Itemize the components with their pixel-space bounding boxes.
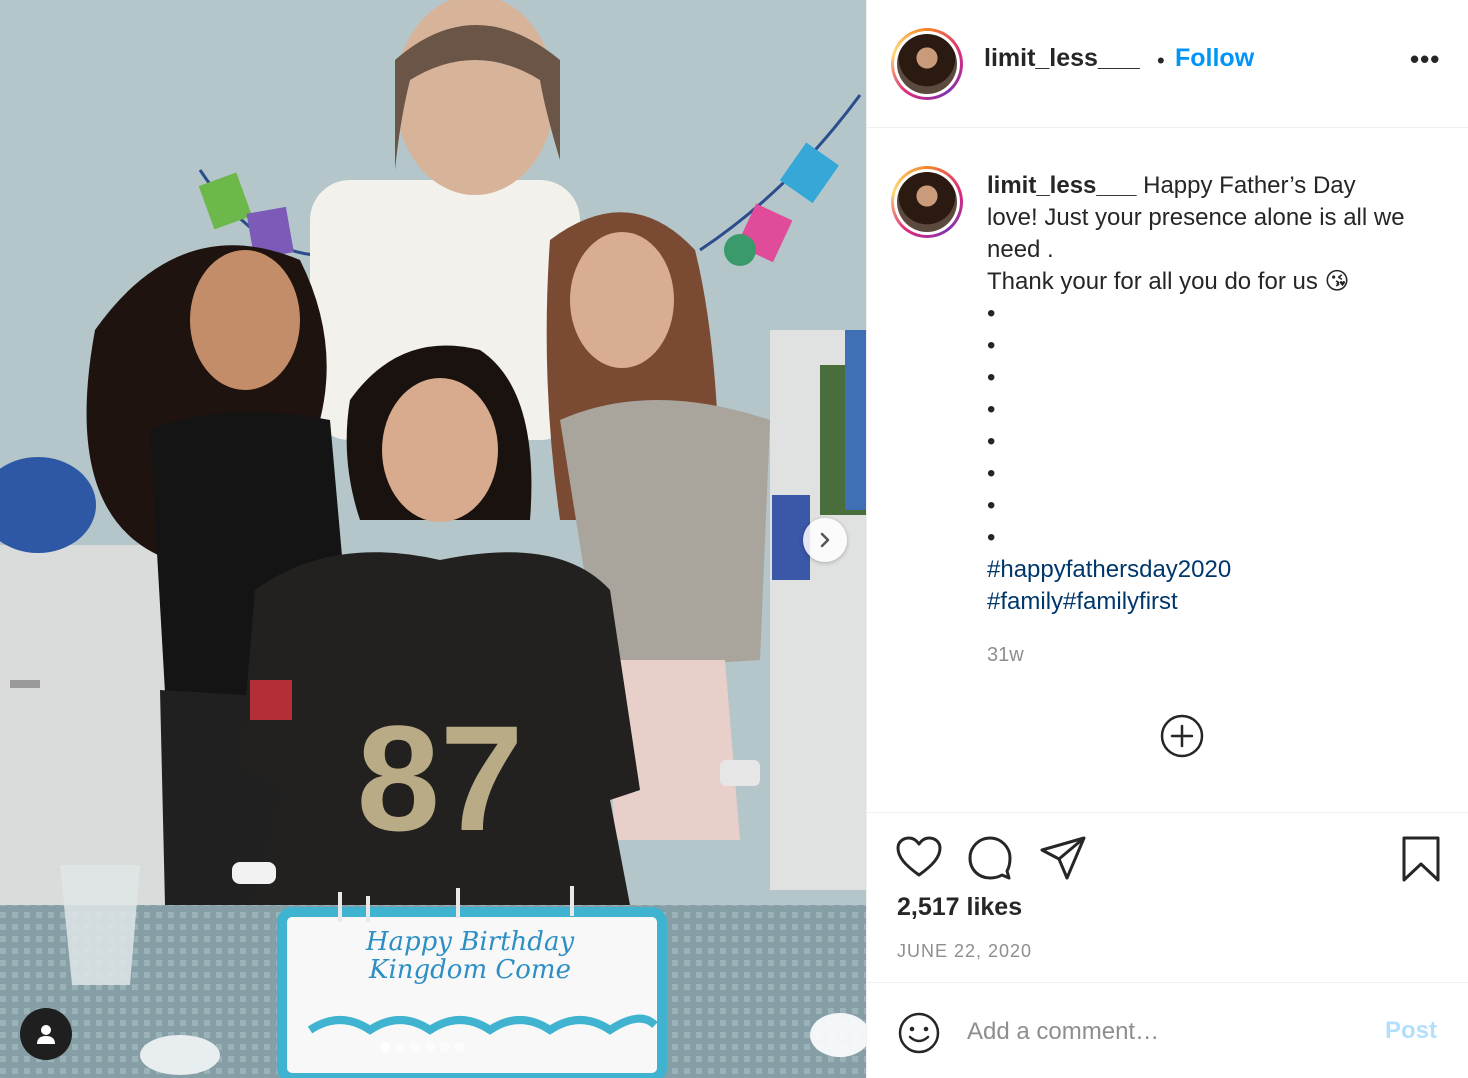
- post-date[interactable]: JUNE 22, 2020: [897, 941, 1032, 962]
- carousel-dot: [425, 1042, 435, 1052]
- photo-scene: 87 Happy Birthday Kingdom Come: [0, 0, 866, 1078]
- caption-dot: •: [987, 396, 996, 423]
- caption-dot: •: [987, 332, 996, 359]
- carousel-dot: [410, 1042, 420, 1052]
- load-more-comments-icon[interactable]: [1159, 713, 1205, 759]
- user-icon: [37, 1025, 55, 1044]
- carousel-indicator: [380, 1042, 465, 1052]
- comment-form: Post: [867, 982, 1468, 1078]
- carousel-dot: [440, 1042, 450, 1052]
- caption-timestamp[interactable]: 31w: [987, 644, 1024, 667]
- more-options-icon[interactable]: •••: [1410, 44, 1440, 75]
- share-paper-plane-icon[interactable]: [1039, 835, 1087, 881]
- caption-dot: •: [987, 460, 996, 487]
- comment-bubble-icon[interactable]: [967, 835, 1013, 881]
- post-side-panel: limit_less___ • Follow ••• limit_less___…: [866, 0, 1468, 1078]
- cabinet: [0, 545, 180, 905]
- post-header: limit_less___ • Follow •••: [867, 0, 1468, 128]
- cake-text-1: Happy Birthday: [365, 927, 575, 957]
- hashtag-link[interactable]: #familyfirst: [1063, 588, 1178, 615]
- tagged-users-button[interactable]: [20, 1008, 72, 1060]
- carousel-dot: [395, 1042, 405, 1052]
- caption-line: love! Just your presence alone is all we: [987, 204, 1405, 231]
- post-actions: 2,517 likes JUNE 22, 2020: [867, 812, 1468, 982]
- hashtag-link[interactable]: #happyfathersday2020: [987, 556, 1231, 583]
- hashtag-link[interactable]: #family: [987, 588, 1063, 615]
- caption-line: need .: [987, 236, 1054, 263]
- cake-text-2: Kingdom Come: [368, 955, 571, 985]
- follow-button[interactable]: Follow: [1175, 44, 1254, 73]
- caption-dot: •: [987, 428, 996, 455]
- boy-face: [382, 378, 498, 522]
- carousel-dot: [455, 1042, 465, 1052]
- cup: [60, 865, 140, 985]
- next-photo-button[interactable]: [803, 518, 847, 562]
- caption-line: Thank your for all you do for us 😘: [987, 268, 1350, 295]
- author-avatar[interactable]: [891, 28, 963, 100]
- caption-dot: •: [987, 364, 996, 391]
- caption-avatar[interactable]: [891, 166, 963, 238]
- caption-section: limit_less___ Happy Father’s Day love! J…: [867, 128, 1468, 812]
- caption-dot: •: [987, 524, 996, 551]
- chevron-right-icon: [820, 532, 830, 548]
- woman-left-face: [190, 250, 300, 390]
- girl-right-face: [570, 232, 674, 368]
- emoji-smiley-icon[interactable]: [897, 1011, 941, 1055]
- like-heart-icon[interactable]: [895, 835, 943, 879]
- post-photo[interactable]: 87 Happy Birthday Kingdom Come: [0, 0, 866, 1078]
- caption-username[interactable]: limit_less___: [987, 172, 1136, 199]
- caption: limit_less___ Happy Father’s Day love! J…: [987, 170, 1457, 618]
- caption-dot: •: [987, 300, 996, 327]
- caption-dot: •: [987, 492, 996, 519]
- jersey-number: 87: [357, 694, 524, 862]
- likes-count[interactable]: 2,517 likes: [897, 893, 1022, 922]
- post-comment-button[interactable]: Post: [1385, 1017, 1437, 1045]
- separator-dot: •: [1157, 48, 1165, 73]
- bookmark-icon[interactable]: [1401, 835, 1441, 883]
- caption-line: Happy Father’s Day: [1143, 172, 1356, 199]
- add-comment-input[interactable]: [967, 1013, 1347, 1051]
- carousel-dot: [380, 1042, 390, 1052]
- author-username[interactable]: limit_less___: [984, 44, 1140, 73]
